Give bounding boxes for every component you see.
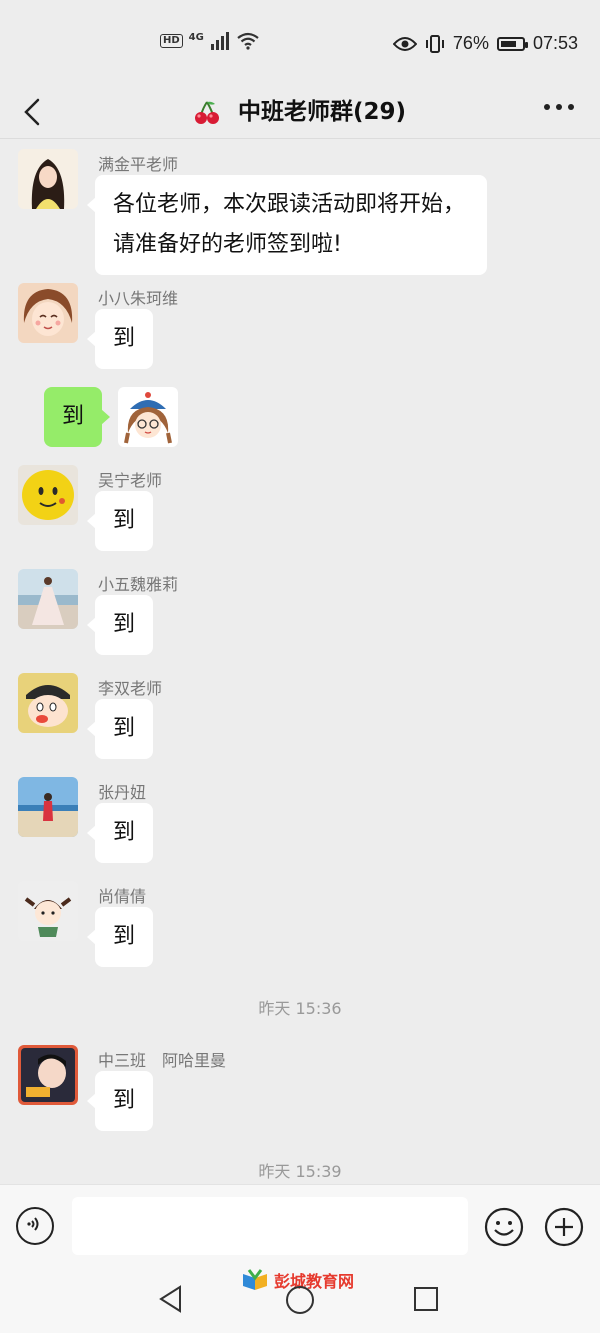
avatar[interactable]: [18, 881, 78, 941]
message-bubble[interactable]: 到: [86, 699, 154, 759]
sender-name: 小八朱珂维: [98, 289, 179, 308]
sender-name: 尚倩倩: [98, 887, 147, 906]
battery-percent: 76%: [452, 33, 489, 53]
message-bubble[interactable]: 到: [43, 387, 111, 447]
avatar[interactable]: [18, 465, 78, 525]
wifi-icon: [237, 32, 259, 50]
system-nav-bar: 彭城教育网: [0, 1264, 600, 1333]
book-logo-icon: [243, 1269, 267, 1290]
nav-home-icon[interactable]: [284, 1284, 316, 1316]
avatar[interactable]: [18, 149, 78, 209]
message-input[interactable]: [72, 1197, 468, 1255]
vibrate-icon: [425, 34, 444, 53]
sender-name: 张丹妞: [98, 783, 147, 802]
sender-name: 吴宁老师: [98, 471, 163, 490]
sender-name: 中三班 阿哈里曼: [98, 1051, 227, 1070]
network-type: 4G: [188, 32, 204, 43]
avatar[interactable]: [18, 283, 78, 343]
status-bar: HD 4G 76% 07:53: [0, 0, 600, 86]
avatar[interactable]: [18, 569, 78, 629]
more-dots-icon[interactable]: [544, 104, 574, 110]
timestamp: 昨天 15:36: [258, 999, 342, 1018]
signal-icon: [210, 32, 229, 50]
message-bubble[interactable]: 到: [86, 803, 154, 863]
eye-icon: [392, 36, 417, 51]
message-bubble[interactable]: 到: [86, 595, 154, 655]
sender-name: 满金平老师: [98, 155, 179, 174]
clock: 07:53: [532, 33, 578, 53]
chat-message-list[interactable]: 满金平老师 各位老师，本次跟读活动即将开始，请准备好的老师签到啦! 小八朱珂维 …: [0, 139, 600, 1184]
plus-icon[interactable]: [544, 1207, 584, 1247]
system-indicators: 76% 07:53: [392, 33, 578, 54]
sender-name: 李双老师: [98, 679, 163, 698]
message-bubble[interactable]: 各位老师，本次跟读活动即将开始，请准备好的老师签到啦!: [87, 175, 487, 275]
cherry-icon: [194, 100, 219, 124]
voice-icon[interactable]: [16, 1207, 54, 1245]
chat-title-wrap: 中班老师群(29): [0, 92, 600, 126]
input-bar: [0, 1184, 600, 1265]
avatar[interactable]: [118, 387, 178, 447]
message-bubble[interactable]: 到: [86, 907, 154, 967]
avatar[interactable]: [18, 777, 78, 837]
avatar[interactable]: [18, 673, 78, 733]
avatar[interactable]: [18, 1045, 78, 1105]
chat-header: 中班老师群(29): [0, 86, 600, 138]
message-bubble[interactable]: 到: [86, 309, 154, 369]
message-bubble[interactable]: 到: [86, 1071, 154, 1131]
emoji-icon[interactable]: [484, 1207, 524, 1247]
hd-badge: HD: [160, 34, 183, 48]
chat-title: 中班老师群(29): [237, 99, 407, 125]
message-bubble[interactable]: 到: [86, 491, 154, 551]
network-indicators: HD 4G: [160, 32, 260, 50]
nav-recents-icon[interactable]: [412, 1285, 440, 1313]
sender-name: 小五魏雅莉: [98, 575, 179, 594]
battery-icon: [496, 36, 528, 51]
timestamp: 昨天 15:39: [258, 1162, 342, 1181]
nav-back-icon[interactable]: [156, 1284, 186, 1314]
